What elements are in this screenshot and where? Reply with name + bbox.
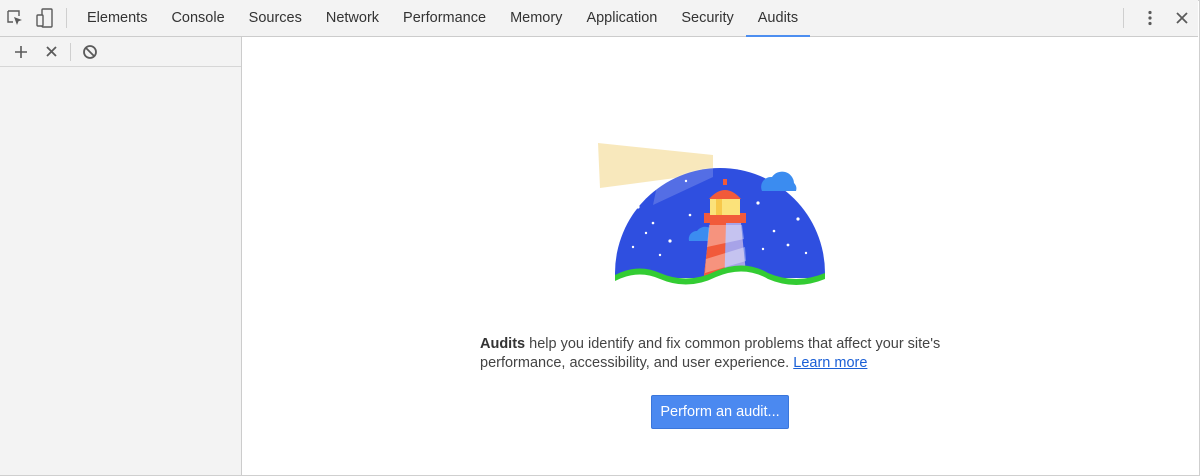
learn-more-link[interactable]: Learn more [793, 355, 867, 371]
device-toolbar-icon[interactable] [30, 0, 60, 36]
close-icon[interactable] [1166, 0, 1198, 36]
devtools-tab-bar: Elements Console Sources Network Perform… [0, 0, 1198, 37]
toolbar-divider [70, 42, 71, 61]
audits-main-panel: Audits help you identify and fix common … [242, 37, 1198, 475]
tab-performance[interactable]: Performance [391, 0, 498, 36]
tab-elements[interactable]: Elements [75, 0, 159, 36]
audits-description: Audits help you identify and fix common … [480, 335, 960, 373]
tab-memory[interactable]: Memory [498, 0, 574, 36]
tab-sources[interactable]: Sources [237, 0, 314, 36]
block-icon[interactable] [75, 38, 105, 66]
x-icon[interactable] [36, 38, 66, 66]
sidebar-toolbar [0, 37, 241, 67]
plus-icon[interactable] [6, 38, 36, 66]
right-toolbar [1123, 0, 1198, 36]
toolbar-divider [1123, 8, 1124, 28]
description-text: help you identify and fix common problem… [480, 336, 941, 371]
tab-network[interactable]: Network [314, 0, 391, 36]
inspect-element-icon[interactable] [0, 0, 30, 36]
lighthouse-illustration [598, 143, 825, 293]
toolbar-divider [66, 8, 67, 28]
audits-sidebar [0, 37, 242, 475]
panel-tabs: Elements Console Sources Network Perform… [75, 0, 811, 37]
kebab-menu-icon[interactable] [1134, 0, 1166, 36]
tab-audits[interactable]: Audits [745, 0, 811, 37]
tab-application[interactable]: Application [574, 0, 669, 36]
tab-security[interactable]: Security [669, 0, 745, 36]
audits-keyword: Audits [480, 336, 526, 352]
tab-console[interactable]: Console [159, 0, 236, 36]
perform-audit-button[interactable]: Perform an audit... [651, 395, 789, 429]
